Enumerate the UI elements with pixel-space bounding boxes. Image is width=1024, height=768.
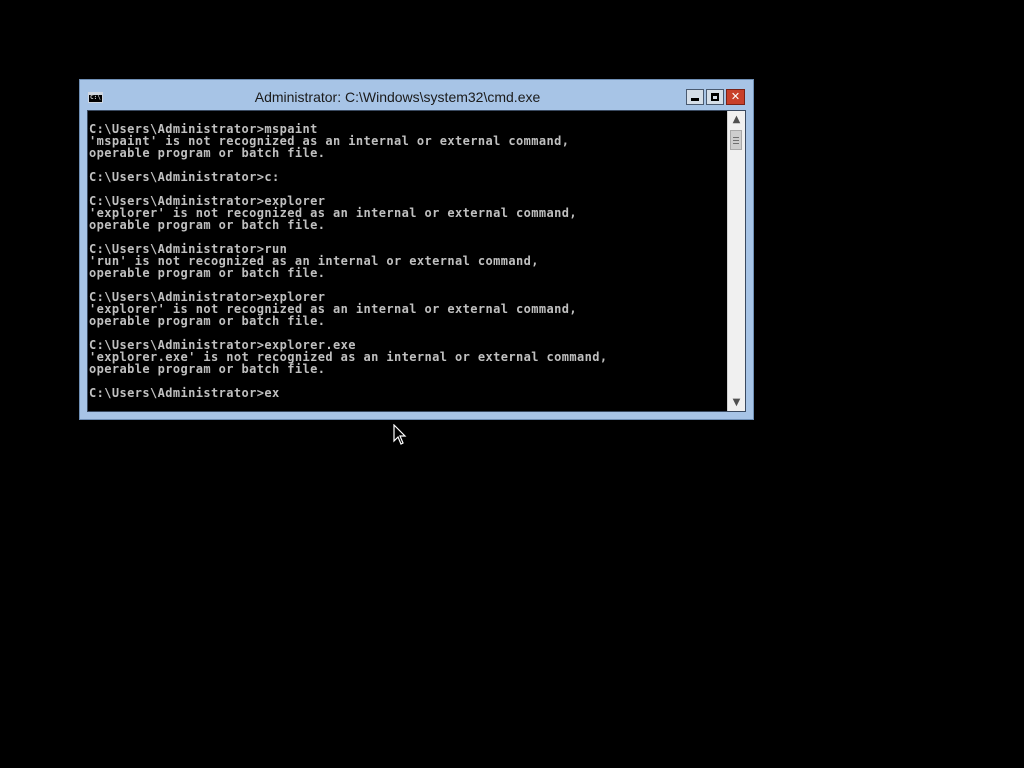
mouse-pointer-icon [393,424,407,445]
grip-line [733,140,739,141]
console-line: operable program or batch file. [89,314,326,328]
console-line: operable program or batch file. [89,146,326,160]
vertical-scrollbar[interactable]: ▲ ▼ [727,111,745,411]
console-line: C:\Users\Administrator>c: [89,170,280,184]
cmd-window[interactable]: C:\. Administrator: C:\Windows\system32\… [79,79,754,420]
close-icon: ✕ [730,90,741,103]
maximize-button[interactable] [706,89,724,105]
console-output[interactable]: C:\Users\Administrator>mspaint'mspaint' … [89,123,727,409]
grip-line [733,143,739,144]
minimize-button[interactable] [686,89,704,105]
desktop-background: C:\. Administrator: C:\Windows\system32\… [0,0,1024,768]
window-title: Administrator: C:\Windows\system32\cmd.e… [254,89,541,105]
console-area[interactable]: C:\Users\Administrator>mspaint'mspaint' … [87,110,746,412]
close-button[interactable]: ✕ [726,89,745,105]
grip-line [733,137,739,138]
minimize-icon [691,98,699,101]
scroll-thumb[interactable] [730,130,742,150]
console-line: operable program or batch file. [89,362,326,376]
scroll-up-arrow-icon[interactable]: ▲ [728,111,745,128]
maximize-icon [711,93,719,101]
console-line: C:\Users\Administrator>ex [89,386,280,400]
title-bar[interactable]: C:\. Administrator: C:\Windows\system32\… [80,80,753,110]
console-line: operable program or batch file. [89,218,326,232]
console-line: operable program or batch file. [89,266,326,280]
scroll-down-arrow-icon[interactable]: ▼ [728,394,745,411]
